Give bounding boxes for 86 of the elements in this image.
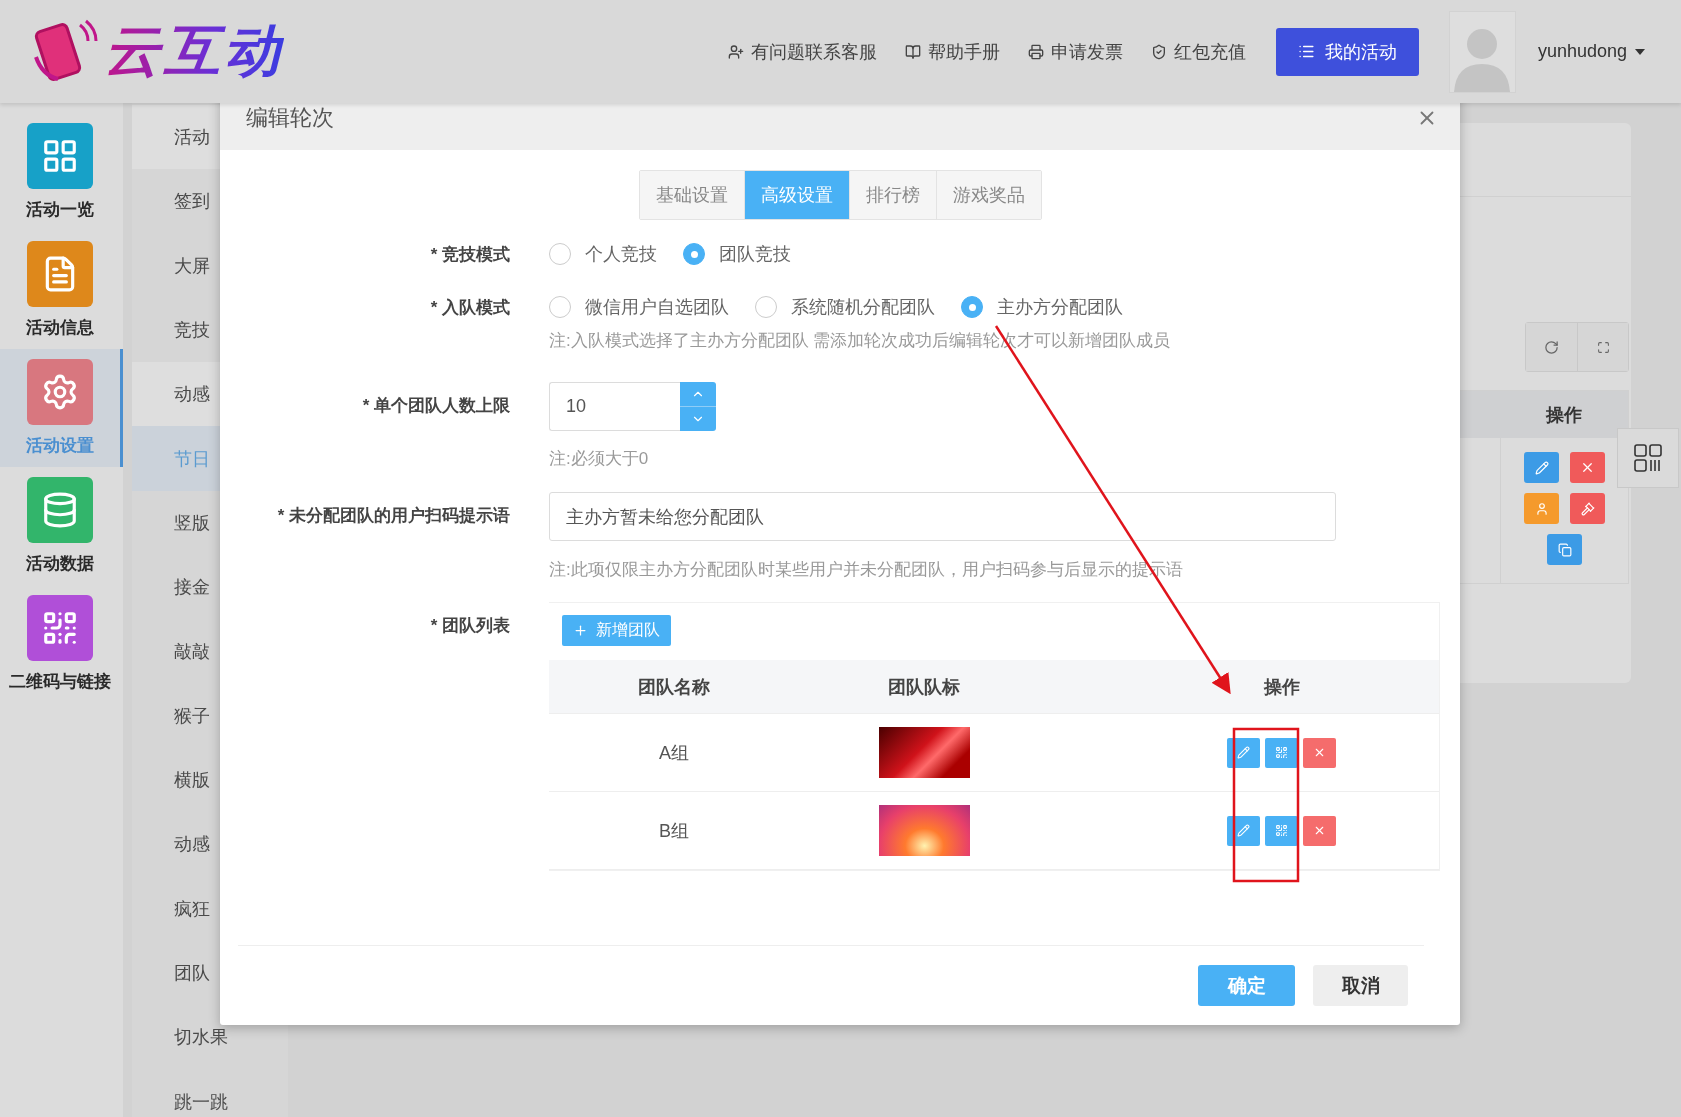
sidebar-item[interactable]: 活动信息 [0, 231, 123, 349]
header-link[interactable]: 申请发票 [1027, 39, 1123, 64]
gavel-button[interactable] [1570, 493, 1605, 524]
menu-item[interactable]: 切水果 [132, 1005, 288, 1070]
radio-button[interactable] [755, 296, 777, 318]
qr-code-icon [1275, 746, 1288, 759]
field-label: * 团队列表 [429, 615, 510, 637]
sidebar-label: 活动信息 [26, 317, 94, 339]
field-label: * 未分配团队的用户扫码提示语 [276, 505, 510, 527]
column-header: 操作 [1460, 391, 1628, 438]
pencil-icon [1534, 460, 1549, 475]
copy-icon [1557, 542, 1572, 557]
radio-button[interactable] [549, 296, 571, 318]
table-cell-text: B组 [659, 819, 689, 843]
menu-item[interactable]: 跳一跳 [132, 1069, 288, 1117]
delete-button[interactable] [1303, 815, 1336, 846]
column-header: 团队名称 [638, 675, 710, 699]
radio-option[interactable]: 微信用户自选团队 [549, 295, 729, 319]
radio-option[interactable]: 团队竞技 [683, 242, 791, 266]
database-icon [41, 491, 79, 529]
user-button[interactable] [1524, 493, 1559, 524]
radio-button[interactable] [549, 243, 571, 265]
edit-button[interactable] [1227, 737, 1260, 768]
fullscreen-icon [1596, 340, 1610, 354]
my-activities-button[interactable]: 我的活动 [1275, 27, 1419, 76]
sidebar-item[interactable]: 活动数据 [0, 467, 123, 585]
column-header: 操作 [1263, 675, 1300, 699]
radio-option[interactable]: 系统随机分配团队 [755, 295, 935, 319]
cancel-button[interactable]: 取消 [1313, 965, 1408, 1006]
sidebar-item[interactable]: 二维码与链接 [0, 585, 123, 703]
tab[interactable]: 游戏奖品 [935, 171, 1041, 219]
field-label: * 竞技模式 [429, 244, 510, 266]
close-icon [1313, 746, 1326, 759]
pencil-icon [1237, 746, 1250, 759]
gavel-icon [1580, 501, 1595, 516]
close-icon [1313, 824, 1326, 837]
edit-button[interactable] [1524, 452, 1559, 483]
decrement-button[interactable] [680, 407, 716, 431]
qr-code-icon [41, 609, 79, 647]
avatar[interactable] [1448, 10, 1516, 93]
qr-code-button[interactable] [1265, 815, 1298, 846]
caret-icon [1635, 48, 1645, 55]
qr-code-button[interactable] [1265, 737, 1298, 768]
sidebar-item[interactable]: 活动一览 [0, 113, 123, 231]
table-cell-text: A组 [659, 741, 689, 765]
field-note: 注:必须大于0 [549, 448, 649, 470]
sidebar-label: 活动设置 [26, 435, 94, 457]
person-icon [1534, 501, 1549, 516]
edit-button[interactable] [1227, 815, 1260, 846]
qr-code-icon [1275, 824, 1288, 837]
refresh-icon [1544, 339, 1559, 355]
header-link[interactable]: 帮助手册 [904, 39, 1000, 64]
header-link[interactable]: 有问题联系客服 [727, 39, 877, 64]
printer-icon [1027, 43, 1044, 60]
radio-option[interactable]: 个人竞技 [549, 242, 657, 266]
sidebar-label: 活动一览 [26, 199, 94, 221]
sidebar-label: 活动数据 [26, 553, 94, 575]
increment-button[interactable] [680, 382, 716, 407]
sidebar-label: 二维码与链接 [9, 671, 111, 693]
tab[interactable]: 排行榜 [848, 171, 936, 219]
close-icon [1580, 460, 1595, 475]
grid-layout-icon [1634, 444, 1662, 472]
number-input[interactable]: 10 [549, 382, 680, 431]
delete-button[interactable] [1303, 737, 1336, 768]
user-plus-icon [727, 43, 744, 60]
shield-check-icon [1150, 43, 1167, 60]
radio-button[interactable] [683, 243, 705, 265]
book-icon [904, 43, 921, 60]
settings-icon [41, 373, 79, 411]
list-icon [1297, 43, 1315, 60]
refresh-button[interactable] [1526, 323, 1577, 371]
field-label: * 入队模式 [429, 297, 510, 319]
field-label: * 单个团队人数上限 [361, 395, 510, 417]
text-input[interactable]: 主办方暂未给您分配团队 [549, 492, 1336, 541]
tab[interactable]: 基础设置 [639, 171, 744, 219]
header-link[interactable]: 红包充值 [1150, 39, 1246, 64]
copy-button[interactable] [1547, 534, 1582, 565]
radio-option[interactable]: 主办方分配团队 [961, 295, 1123, 319]
delete-button[interactable] [1570, 452, 1605, 483]
pencil-icon [1237, 824, 1250, 837]
layout-button[interactable] [1617, 428, 1679, 488]
column-header: 团队队标 [888, 675, 960, 699]
radio-button[interactable] [961, 296, 983, 318]
plus-icon [573, 623, 588, 638]
grid-icon [41, 137, 79, 175]
user-menu[interactable]: yunhudong [1531, 40, 1651, 63]
